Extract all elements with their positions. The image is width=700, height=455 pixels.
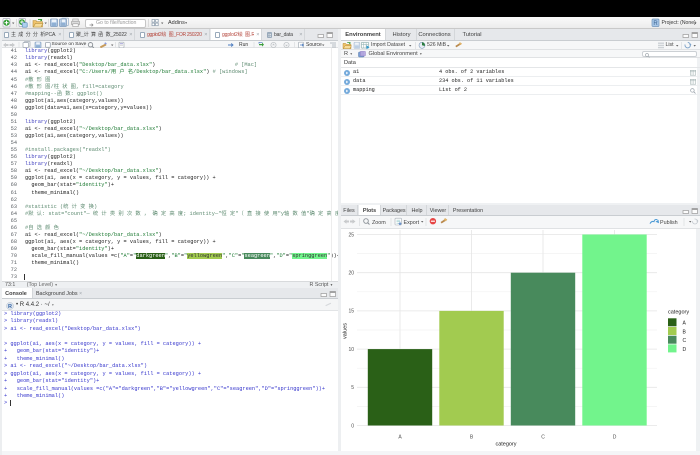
svg-text:20: 20	[348, 271, 354, 277]
svg-text:D: D	[683, 347, 687, 353]
svg-text:25: 25	[348, 232, 354, 238]
svg-text:C: C	[541, 435, 545, 441]
svg-text:A: A	[398, 435, 402, 441]
svg-text:B: B	[470, 435, 474, 441]
svg-text:values: values	[343, 323, 349, 339]
svg-text:D: D	[613, 435, 617, 441]
svg-text:category: category	[668, 310, 689, 316]
svg-text:15: 15	[348, 309, 354, 315]
svg-text:category: category	[495, 442, 516, 448]
svg-text:B: B	[683, 329, 687, 335]
svg-text:10: 10	[348, 347, 354, 353]
svg-text:5: 5	[351, 385, 354, 391]
svg-text:A: A	[683, 321, 687, 327]
svg-text:R: R	[8, 304, 12, 310]
svg-text:R: R	[653, 21, 658, 27]
svg-text:0: 0	[351, 423, 354, 429]
svg-text:C: C	[683, 338, 687, 344]
